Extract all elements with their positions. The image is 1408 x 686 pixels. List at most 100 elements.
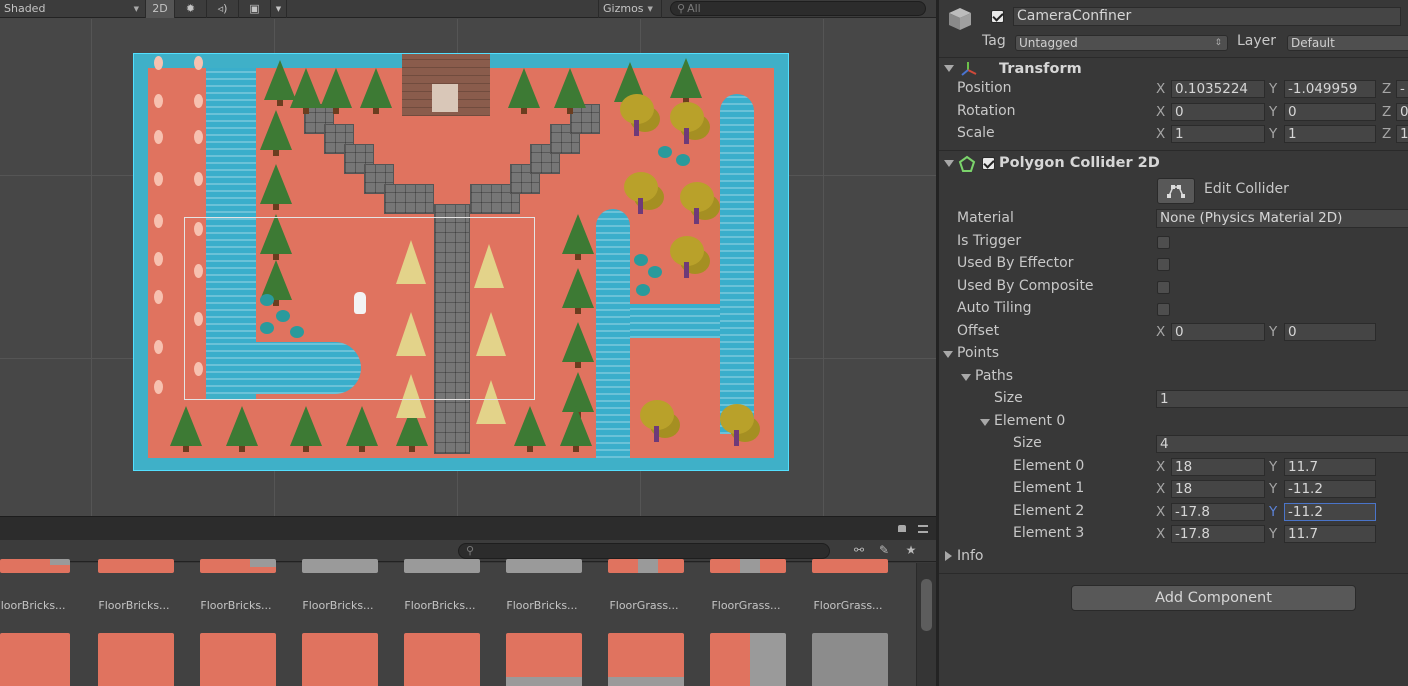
asset-thumbnail[interactable] (506, 559, 582, 573)
position-z-field[interactable]: - (1396, 80, 1408, 98)
pine-tree (320, 68, 352, 114)
asset-thumbnail[interactable] (812, 559, 888, 573)
asset-thumbnail[interactable] (98, 633, 174, 686)
pine-tree (562, 268, 594, 314)
asset-thumbnail[interactable] (812, 633, 888, 686)
scale-x-field[interactable]: 1 (1171, 125, 1265, 143)
point-x-field[interactable]: 18 (1171, 480, 1265, 498)
asset-label: FloorBricks... (404, 599, 476, 612)
menu-icon[interactable] (918, 525, 928, 533)
pink-tree (154, 130, 163, 144)
castle-door (432, 84, 458, 112)
scene-search-input[interactable]: ⚲ All (670, 1, 926, 16)
asset-thumbnail[interactable] (710, 633, 786, 686)
point-y-field[interactable]: -11.2 (1284, 503, 1376, 521)
lighting-toggle[interactable]: ✹ (175, 0, 207, 18)
asset-thumbnail[interactable] (0, 559, 70, 573)
asset-thumbnail[interactable] (710, 559, 786, 573)
is-trigger-checkbox[interactable] (1157, 236, 1170, 249)
point-x-field[interactable]: 18 (1171, 458, 1265, 476)
element0-size-field[interactable]: 4 (1156, 435, 1408, 453)
position-y-field[interactable]: -1.049959 (1284, 80, 1376, 98)
filter-by-label-icon[interactable]: ✎ (875, 543, 893, 559)
offset-x-field[interactable]: 0 (1171, 323, 1265, 341)
point-label: Element 3 (1013, 525, 1085, 541)
axis-y-label: Y (1269, 324, 1278, 340)
edit-collider-button[interactable] (1157, 178, 1195, 204)
tag-dropdown[interactable]: Untagged ⇕ (1015, 35, 1228, 51)
paths-foldout-arrow[interactable] (961, 374, 971, 381)
effects-dropdown[interactable]: ▼ (271, 0, 287, 18)
asset-thumbnail[interactable] (404, 559, 480, 573)
asset-thumbnail[interactable] (302, 559, 378, 573)
asset-thumbnail[interactable] (608, 559, 684, 573)
point-y-field[interactable]: -11.2 (1284, 480, 1376, 498)
scrollbar-thumb[interactable] (921, 579, 932, 631)
asset-thumbnail[interactable] (506, 633, 582, 686)
position-x-field[interactable]: 0.1035224 (1171, 80, 1265, 98)
asset-thumbnail[interactable] (404, 633, 480, 686)
transform-foldout-arrow[interactable] (944, 65, 954, 72)
position-label: Position (957, 80, 1012, 96)
scale-label: Scale (957, 125, 995, 141)
asset-thumbnail[interactable] (302, 633, 378, 686)
asset-label: FloorBricks... (98, 599, 170, 612)
used-by-effector-checkbox[interactable] (1157, 258, 1170, 271)
project-tabbar (0, 516, 936, 540)
olive-tree (680, 182, 714, 224)
offset-y-field[interactable]: 0 (1284, 323, 1376, 341)
points-foldout-arrow[interactable] (943, 351, 953, 358)
scale-z-field[interactable]: 1 (1396, 125, 1408, 143)
asset-thumbnail[interactable] (200, 559, 276, 573)
axis-y-label: Y (1269, 104, 1278, 120)
scene-view[interactable]: Shaded ▼ 2D ✹ ◃) ▣ ▼ Gizmos ▼ ⚲ All (0, 0, 936, 516)
asset-thumbnail[interactable] (200, 633, 276, 686)
project-search-input[interactable]: ⚲ (458, 543, 830, 559)
asset-thumbnail[interactable] (608, 633, 684, 686)
paths-size-field[interactable]: 1 (1156, 390, 1408, 408)
shading-mode-dropdown[interactable]: Shaded ▼ (0, 0, 146, 18)
2d-mode-toggle[interactable]: 2D (146, 0, 175, 18)
favorites-star-icon[interactable]: ★ (902, 543, 920, 559)
axis-y-label: Y (1269, 504, 1278, 520)
rotation-x-field[interactable]: 0 (1171, 103, 1265, 121)
asset-thumbnail[interactable] (0, 633, 70, 686)
point-y-field[interactable]: 11.7 (1284, 458, 1376, 476)
axis-x-label: X (1156, 504, 1166, 520)
used-by-composite-checkbox[interactable] (1157, 281, 1170, 294)
info-foldout-arrow[interactable] (945, 551, 952, 561)
auto-tiling-checkbox[interactable] (1157, 303, 1170, 316)
material-label: Material (957, 210, 1014, 226)
asset-thumbnail[interactable] (98, 559, 174, 573)
axis-y-label: Y (1269, 526, 1278, 542)
audio-toggle[interactable]: ◃) (207, 0, 239, 18)
effects-toggle[interactable]: ▣ (239, 0, 271, 18)
polygon-collider-enabled-checkbox[interactable] (982, 157, 995, 170)
filter-by-type-icon[interactable]: ⚯ (850, 543, 868, 559)
project-scrollbar[interactable] (916, 563, 936, 686)
gameobject-name-field[interactable]: CameraConfiner (1013, 7, 1401, 26)
pink-tree (194, 56, 203, 70)
speaker-icon: ◃) (217, 2, 228, 15)
scale-y-field[interactable]: 1 (1284, 125, 1376, 143)
pink-tree (154, 340, 163, 354)
pine-tree (670, 58, 702, 104)
point-x-field[interactable]: -17.8 (1171, 525, 1265, 543)
layer-dropdown[interactable]: Default (1287, 35, 1408, 51)
shading-mode-label: Shaded (4, 2, 46, 15)
point-x-field[interactable]: -17.8 (1171, 503, 1265, 521)
material-object-field[interactable]: None (Physics Material 2D) (1156, 209, 1408, 228)
rotation-y-field[interactable]: 0 (1284, 103, 1376, 121)
polygon-collider-foldout-arrow[interactable] (944, 160, 954, 167)
gizmos-dropdown[interactable]: Gizmos ▼ (598, 0, 662, 18)
add-component-button[interactable]: Add Component (1071, 585, 1356, 611)
lock-icon[interactable] (898, 525, 906, 532)
gameobject-active-checkbox[interactable] (991, 10, 1004, 23)
rotation-z-field[interactable]: 0 (1396, 103, 1408, 121)
pink-tree (154, 172, 163, 186)
point-y-field[interactable]: 11.7 (1284, 525, 1376, 543)
paths-size-label: Size (994, 390, 1023, 406)
used-by-effector-label: Used By Effector (957, 255, 1074, 271)
olive-tree (624, 172, 658, 214)
element0-foldout-arrow[interactable] (980, 419, 990, 426)
